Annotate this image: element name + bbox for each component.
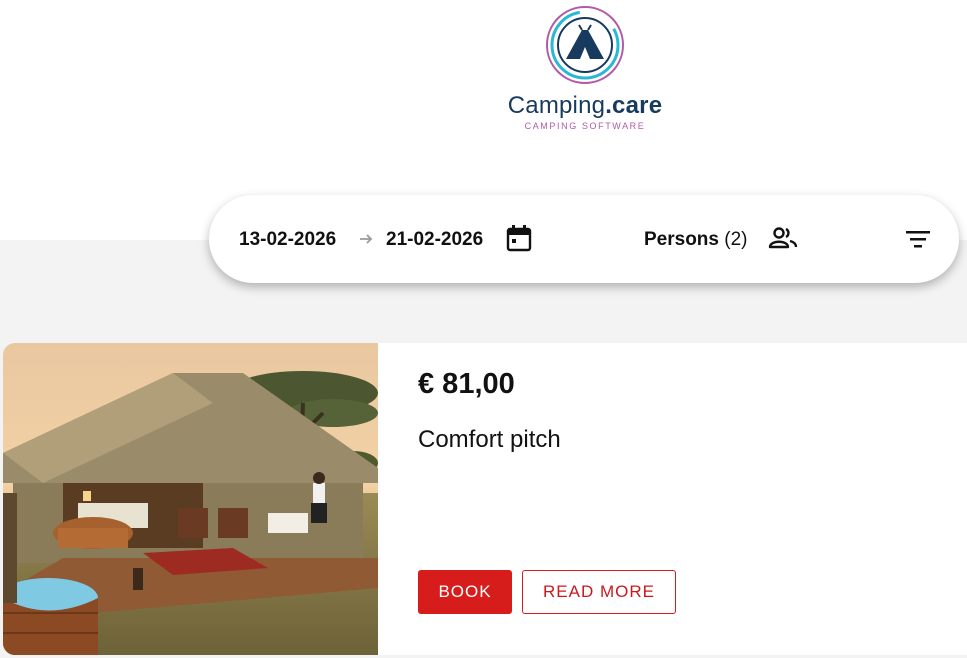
pitch-price: € 81,00 — [418, 368, 515, 400]
persons-label: Persons — [644, 229, 719, 250]
search-bar: 13-02-2026 21-02-2026 Persons (2) — [209, 195, 959, 283]
people-icon[interactable] — [768, 226, 798, 250]
tent-logo-icon — [546, 6, 624, 84]
safari-tent-image — [3, 343, 378, 655]
logo-tagline: CAMPING SOFTWARE — [524, 121, 646, 131]
calendar-icon[interactable] — [506, 224, 532, 252]
filter-icon[interactable] — [906, 230, 930, 248]
departure-date[interactable]: 21-02-2026 — [386, 229, 483, 251]
logo-name-care: .care — [605, 92, 663, 119]
arrow-right-icon — [360, 234, 373, 244]
read-more-button[interactable]: READ MORE — [522, 570, 676, 614]
logo-name-camping: Camping — [507, 92, 606, 119]
camping-care-logo[interactable]: Camping.care CAMPING SOFTWARE — [505, 4, 665, 134]
logo-wordmark: Camping.care — [505, 92, 665, 120]
persons-count: (2) — [724, 229, 748, 250]
result-card: € 81,00 Comfort pitch BOOK READ MORE — [3, 343, 967, 655]
arrival-date[interactable]: 13-02-2026 — [239, 229, 336, 251]
book-button[interactable]: BOOK — [418, 570, 512, 614]
pitch-photo — [3, 343, 378, 655]
persons-selector[interactable]: Persons (2) — [644, 229, 748, 251]
pitch-title: Comfort pitch — [418, 426, 561, 453]
